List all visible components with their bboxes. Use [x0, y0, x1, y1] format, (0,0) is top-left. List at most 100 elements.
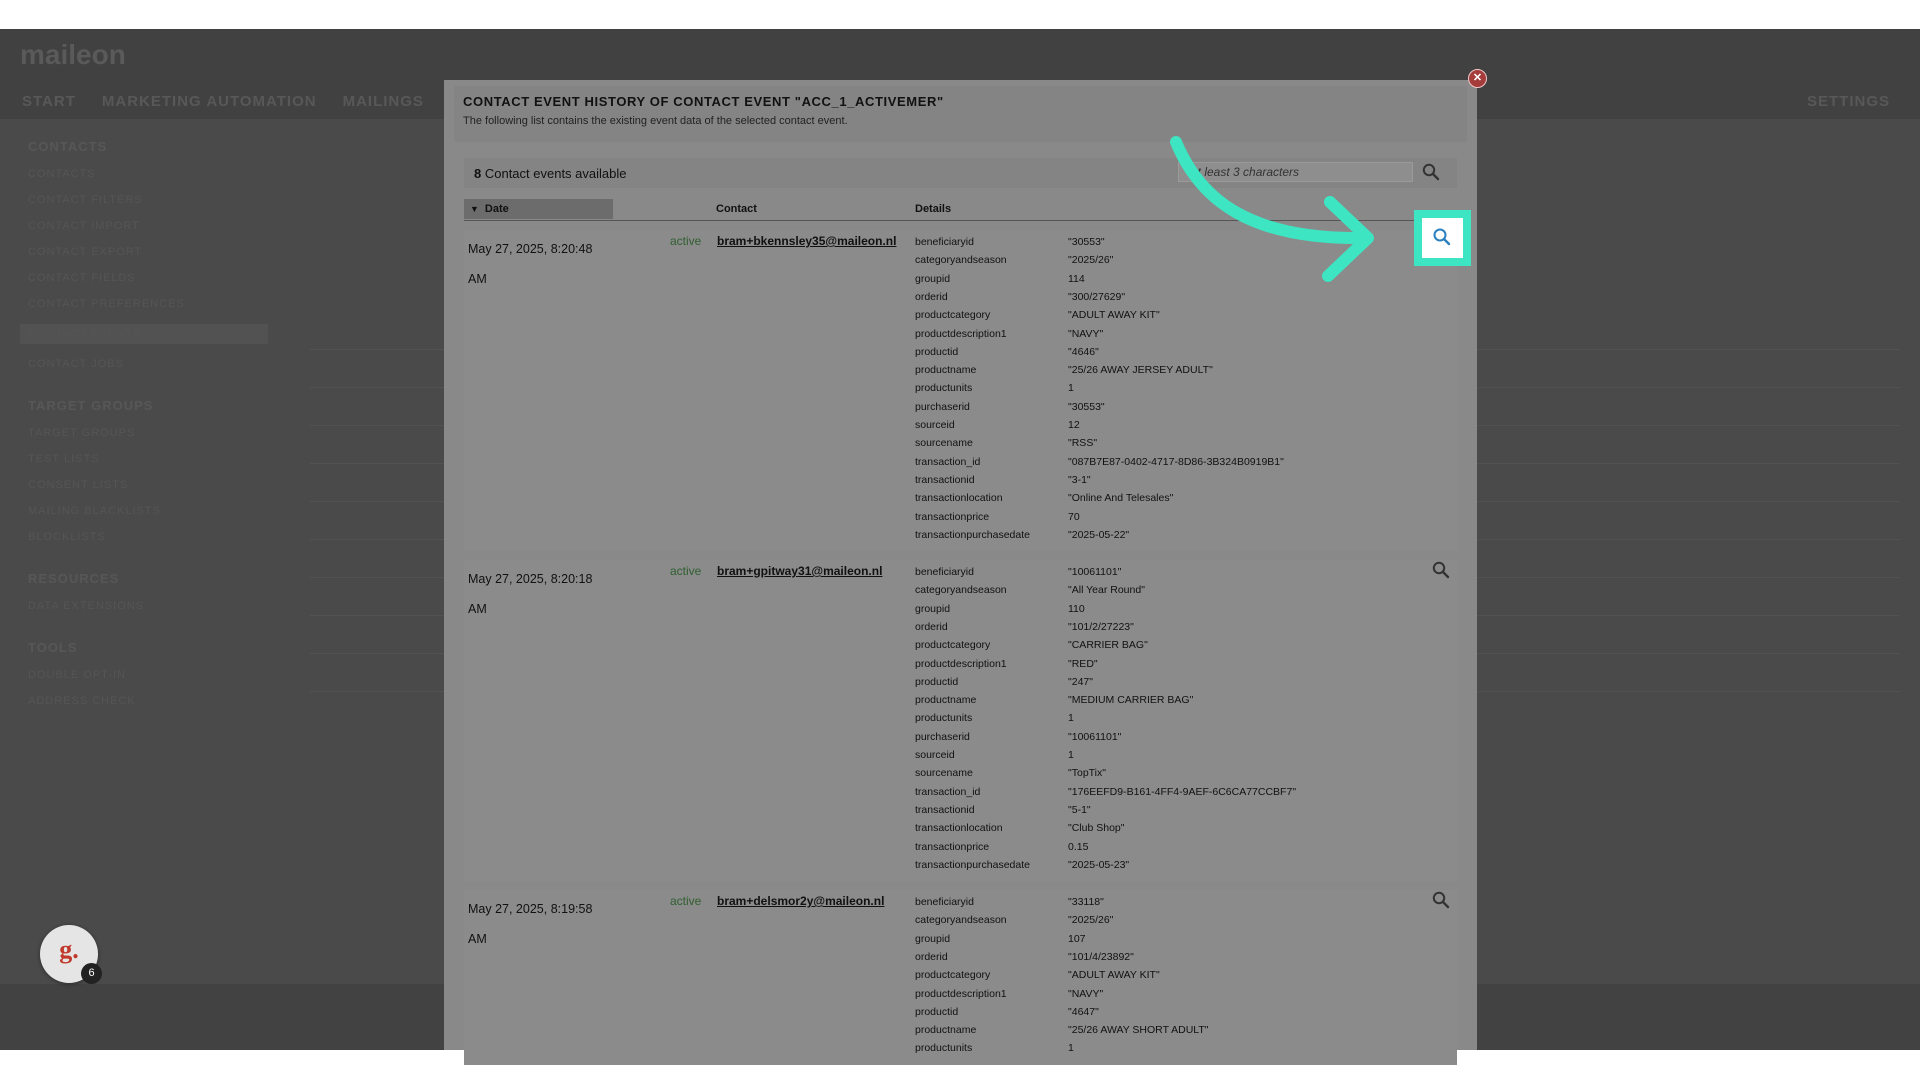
- detail-value: "All Year Round": [1068, 584, 1145, 597]
- search-icon[interactable]: [1431, 890, 1451, 910]
- sidebar-item[interactable]: CONTACTS: [28, 168, 268, 180]
- sidebar-item[interactable]: CONTACT EVENTS: [20, 324, 268, 344]
- detail-key: transactionpurchasedate: [915, 528, 1030, 541]
- detail-value: "176EEFD9-B161-4FF4-9AEF-6C6CA77CCBF7": [1068, 785, 1297, 798]
- detail-key: transactionid: [915, 473, 975, 486]
- column-header-contact: Contact: [716, 203, 757, 215]
- tutorial-arrow-icon: [1170, 136, 1374, 282]
- detail-value: 1: [1068, 382, 1074, 395]
- detail-value: "10061101": [1068, 566, 1122, 578]
- sidebar-item[interactable]: CONSENT LISTS: [28, 479, 268, 491]
- detail-value: 110: [1068, 602, 1085, 615]
- sidebar-item[interactable]: CONTACT EXPORT: [28, 246, 268, 258]
- detail-key: productdescription1: [915, 987, 1007, 1000]
- detail-key: productunits: [915, 1042, 973, 1055]
- nav-item-marketing-automation[interactable]: MARKETING AUTOMATION: [102, 93, 317, 110]
- sidebar-heading: RESOURCES: [28, 571, 120, 586]
- sidebar-item[interactable]: CONTACT FILTERS: [28, 194, 268, 206]
- column-header-date[interactable]: ▼ Date: [464, 199, 613, 219]
- event-status: active: [670, 234, 702, 248]
- detail-key: transaction_id: [915, 455, 981, 468]
- notification-badge: 6: [81, 963, 102, 984]
- highlighted-search-button[interactable]: [1422, 218, 1463, 258]
- detail-key: categoryandseason: [915, 914, 1007, 927]
- detail-value: "CARRIER BAG": [1068, 639, 1148, 652]
- search-icon[interactable]: [1431, 560, 1451, 580]
- event-date: May 27, 2025, 8:20:48 AM: [468, 242, 593, 286]
- detail-value: "Online And Telesales": [1068, 492, 1174, 505]
- detail-key: productdescription1: [915, 657, 1007, 670]
- detail-value: 70: [1068, 510, 1080, 523]
- detail-key: transactionprice: [915, 510, 990, 523]
- sidebar-item[interactable]: BLOCKLISTS: [28, 531, 268, 543]
- sidebar-item[interactable]: CONTACT JOBS: [28, 358, 268, 370]
- detail-value: "300/27629": [1068, 290, 1126, 303]
- detail-value: "Club Shop": [1068, 822, 1125, 835]
- sidebar-item[interactable]: DOUBLE OPT-IN: [28, 669, 268, 681]
- event-contact-link[interactable]: bram+delsmor2y@maileon.nl: [717, 894, 907, 908]
- guide-avatar[interactable]: g. 6: [40, 925, 102, 984]
- sidebar-item[interactable]: MAILING BLACKLISTS: [28, 505, 268, 517]
- sidebar-group: TARGET GROUPS TARGET GROUPS TEST LISTS CONS…: [28, 398, 268, 543]
- detail-value: "30553": [1068, 400, 1105, 413]
- detail-value: "4647": [1068, 1005, 1099, 1018]
- detail-value: "101/4/23892": [1068, 950, 1134, 963]
- detail-value: "3-1": [1068, 473, 1091, 486]
- sidebar-item[interactable]: CONTACT FIELDS: [28, 272, 268, 284]
- sidebar-group: CONTACTS CONTACTS CONTACT FILTERS CONTACT I…: [20, 139, 268, 370]
- detail-key: purchaserid: [915, 400, 970, 413]
- detail-value: 114: [1068, 272, 1085, 285]
- detail-value: "NAVY": [1068, 327, 1104, 340]
- sort-chevron-icon: ▼: [470, 204, 479, 214]
- detail-key: beneficiaryid: [915, 236, 974, 248]
- nav-item-settings[interactable]: SETTINGS: [1807, 93, 1890, 110]
- sidebar-heading: CONTACTS: [28, 139, 108, 154]
- detail-key: transactionlocation: [915, 822, 1003, 835]
- event-contact-link[interactable]: bram+gpitway31@maileon.nl: [717, 564, 907, 578]
- detail-value: "10061101": [1068, 730, 1122, 743]
- event-count: 8 Contact events available: [474, 166, 627, 181]
- detail-value: "2025-05-23": [1068, 858, 1130, 871]
- detail-key: productid: [915, 1005, 959, 1018]
- sidebar-item[interactable]: DATA EXTENSIONS: [28, 600, 268, 612]
- sidebar: CONTACTS CONTACTS CONTACT FILTERS CONTACT I…: [20, 139, 268, 735]
- detail-value: "087B7E87-0402-4717-8D86-3B324B0919B1": [1068, 455, 1284, 468]
- detail-key: groupid: [915, 932, 951, 945]
- tutorial-highlight: [1414, 210, 1471, 266]
- sidebar-item[interactable]: ADDRESS CHECK: [28, 695, 268, 707]
- sidebar-item[interactable]: TARGET GROUPS: [28, 427, 268, 439]
- nav-item-mailings[interactable]: MAILINGS: [343, 93, 424, 110]
- detail-key: sourceid: [915, 419, 955, 431]
- event-date: May 27, 2025, 8:19:58 AM: [468, 902, 593, 946]
- detail-value: "4646": [1068, 345, 1099, 358]
- detail-key: productcategory: [915, 969, 991, 982]
- detail-key: groupid: [915, 602, 951, 615]
- guide-logo: g.: [59, 935, 79, 964]
- detail-value: "RSS": [1068, 437, 1098, 450]
- sidebar-item[interactable]: CONTACT PREFERENCES: [28, 298, 268, 310]
- close-modal-button[interactable]: ✕: [1468, 69, 1487, 88]
- detail-key: orderid: [915, 620, 948, 633]
- detail-key: transactionlocation: [915, 492, 1003, 505]
- detail-key: sourcename: [915, 767, 973, 780]
- sidebar-group: RESOURCES DATA EXTENSIONS: [28, 571, 268, 612]
- detail-value: "NAVY": [1068, 987, 1104, 1000]
- detail-key: categoryandseason: [915, 584, 1007, 597]
- main-nav: START MARKETING AUTOMATION MAILINGS CO: [22, 93, 474, 110]
- event-contact-link[interactable]: bram+bkennsley35@maileon.nl: [717, 234, 907, 248]
- event-status: active: [670, 894, 702, 908]
- detail-key: orderid: [915, 950, 948, 963]
- sidebar-item[interactable]: CONTACT IMPORT: [28, 220, 268, 232]
- search-icon[interactable]: [1421, 162, 1441, 182]
- detail-key: beneficiaryid: [915, 896, 974, 908]
- detail-value: "MEDIUM CARRIER BAG": [1068, 694, 1194, 707]
- detail-value: 1: [1068, 749, 1074, 761]
- nav-item-start[interactable]: START: [22, 93, 76, 110]
- column-header-date-label: Date: [484, 203, 509, 215]
- sidebar-heading: TOOLS: [28, 640, 78, 655]
- event-status: active: [670, 564, 702, 578]
- detail-value: "30553": [1068, 236, 1105, 248]
- detail-value: 12: [1068, 419, 1080, 431]
- detail-value: 107: [1068, 932, 1086, 945]
- sidebar-item[interactable]: TEST LISTS: [28, 453, 268, 465]
